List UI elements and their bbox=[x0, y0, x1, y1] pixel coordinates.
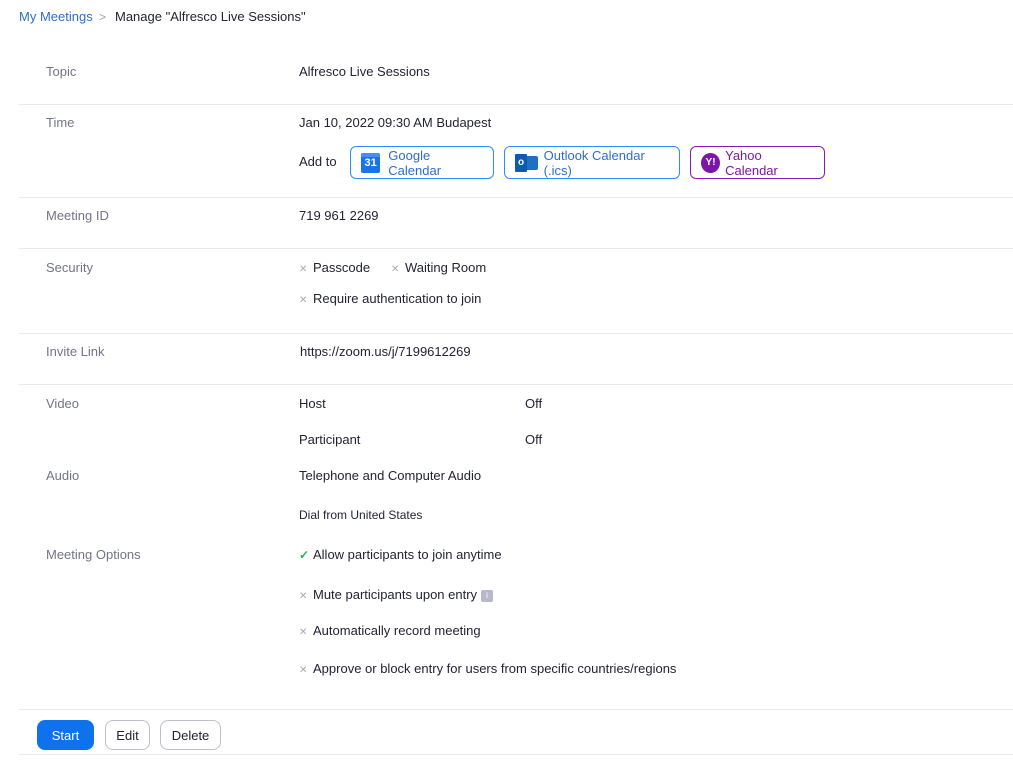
outlook-icon: o bbox=[515, 153, 538, 173]
dial-from: Dial from United States bbox=[299, 508, 422, 522]
dial-from-value: United States bbox=[350, 508, 423, 522]
google-calendar-icon: 31 bbox=[361, 152, 381, 173]
audio-value: Telephone and Computer Audio bbox=[299, 468, 482, 483]
add-to-label: Add to bbox=[299, 154, 337, 169]
option-mute-upon-entry: ✕ Mute participants upon entry i bbox=[299, 587, 494, 602]
divider bbox=[19, 104, 1013, 105]
option-allow-join-anytime: ✓ Allow participants to join anytime bbox=[299, 547, 502, 562]
x-icon: ✕ bbox=[299, 591, 308, 602]
divider bbox=[19, 384, 1013, 385]
outlook-calendar-button[interactable]: o Outlook Calendar (.ics) bbox=[504, 146, 680, 179]
google-calendar-label: Google Calendar bbox=[388, 147, 442, 178]
divider bbox=[19, 709, 1013, 710]
option-approve-block: ✕ Approve or block entry for users from s… bbox=[299, 661, 677, 676]
meeting-id-label: Meeting ID bbox=[46, 208, 109, 223]
video-label: Video bbox=[46, 396, 80, 411]
edit-button[interactable]: Edit bbox=[105, 720, 150, 750]
x-icon: ✕ bbox=[299, 264, 308, 275]
time-value: Jan 10, 2022 09:30 AM Budapest bbox=[299, 115, 492, 130]
divider bbox=[19, 248, 1013, 249]
security-waiting-room: ✕ Waiting Room bbox=[391, 260, 487, 275]
security-passcode: ✕ Passcode bbox=[299, 260, 371, 275]
topic-value: Alfresco Live Sessions bbox=[299, 64, 430, 79]
x-icon: ✕ bbox=[391, 264, 400, 275]
google-calendar-button[interactable]: 31 Google Calendar bbox=[350, 146, 494, 179]
divider bbox=[19, 333, 1013, 334]
meeting-options-label: Meeting Options bbox=[46, 547, 141, 562]
yahoo-calendar-button[interactable]: Y! Yahoo Calendar bbox=[690, 146, 825, 179]
video-participant-label: Participant bbox=[299, 432, 361, 447]
invite-link-value[interactable]: https://zoom.us/j/7199612269 bbox=[300, 344, 471, 359]
video-host-label: Host bbox=[299, 396, 326, 411]
x-icon: ✕ bbox=[299, 665, 308, 676]
video-participant-value: Off bbox=[525, 432, 543, 447]
yahoo-icon: Y! bbox=[701, 152, 721, 173]
option-auto-record: ✕ Automatically record meeting bbox=[299, 623, 481, 638]
topic-label: Topic bbox=[46, 64, 77, 79]
divider bbox=[19, 197, 1013, 198]
divider bbox=[19, 754, 1013, 755]
invite-link-label: Invite Link bbox=[46, 344, 105, 359]
breadcrumb-my-meetings-link[interactable]: My Meetings bbox=[19, 9, 93, 24]
outlook-calendar-label: Outlook Calendar (.ics) bbox=[543, 147, 645, 178]
info-icon[interactable]: i bbox=[481, 589, 494, 602]
start-button[interactable]: Start bbox=[37, 720, 94, 750]
yahoo-calendar-label: Yahoo Calendar bbox=[725, 147, 778, 178]
meeting-id-value: 719 961 2269 bbox=[299, 208, 379, 223]
delete-button[interactable]: Delete bbox=[160, 720, 221, 750]
dial-from-label: Dial from bbox=[299, 508, 348, 522]
x-icon: ✕ bbox=[299, 295, 308, 306]
security-require-auth: ✕ Require authentication to join bbox=[299, 291, 482, 306]
check-icon: ✓ bbox=[299, 548, 310, 562]
breadcrumb-separator: > bbox=[99, 10, 107, 24]
time-label: Time bbox=[46, 115, 75, 130]
video-host-value: Off bbox=[525, 396, 543, 411]
security-label: Security bbox=[46, 260, 93, 275]
audio-label: Audio bbox=[46, 468, 80, 483]
breadcrumb-current: Manage "Alfresco Live Sessions" bbox=[115, 9, 306, 24]
x-icon: ✕ bbox=[299, 627, 308, 638]
